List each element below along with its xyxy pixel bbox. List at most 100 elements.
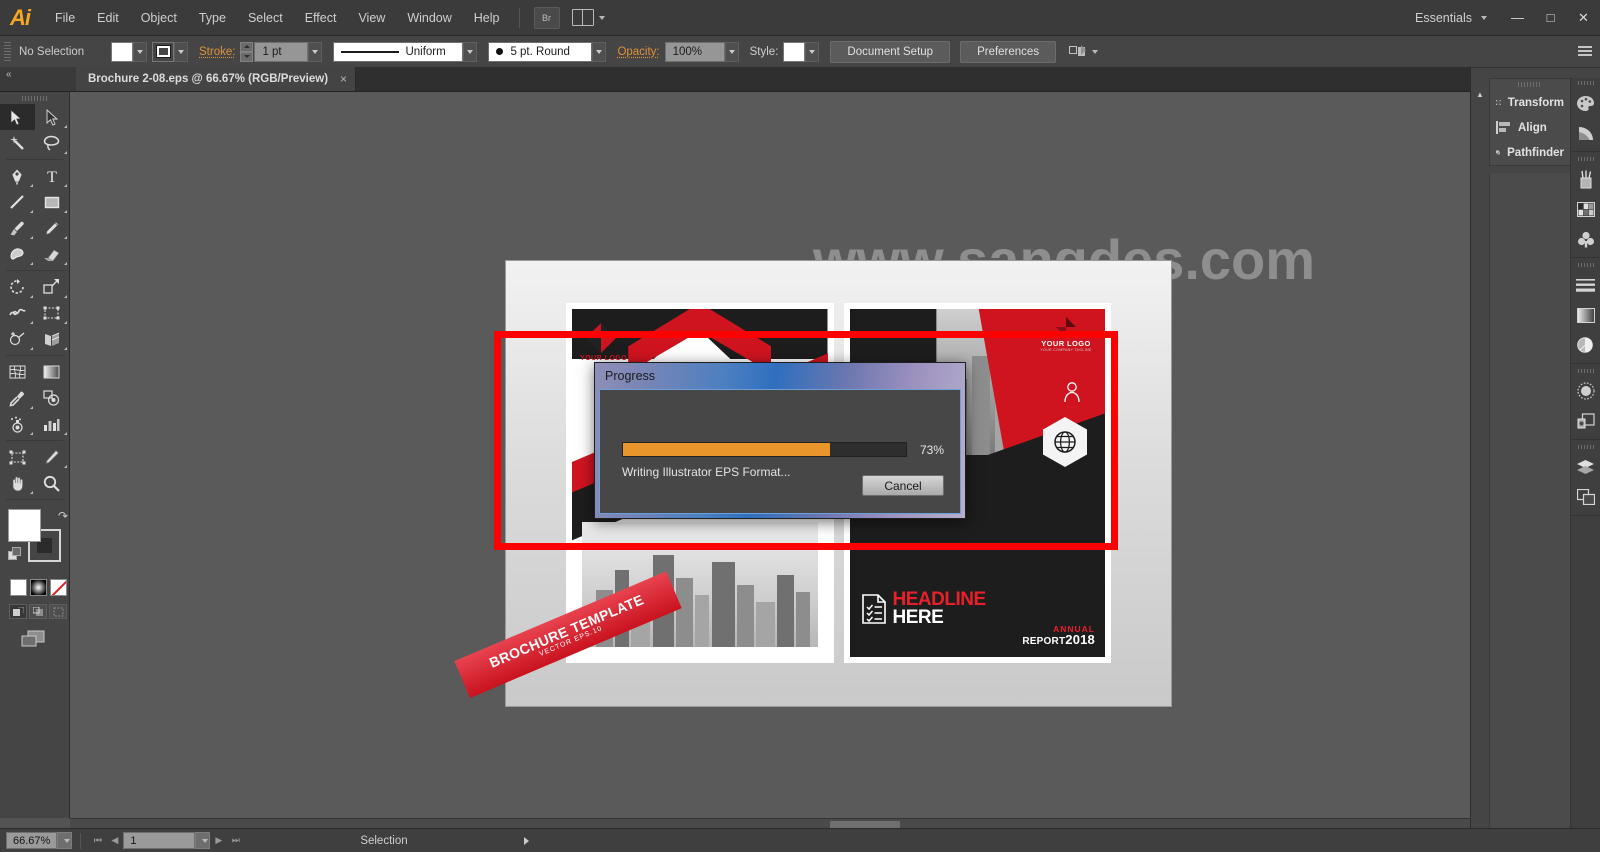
- appearance-icon[interactable]: [1571, 376, 1600, 406]
- free-transform-tool[interactable]: [35, 300, 70, 326]
- perspective-grid-tool[interactable]: [35, 326, 70, 352]
- rail-grip[interactable]: [1571, 366, 1600, 376]
- fill-color-swatch[interactable]: [8, 509, 41, 542]
- hand-tool[interactable]: [0, 470, 35, 496]
- paintbrush-tool[interactable]: [0, 215, 35, 241]
- menu-edit[interactable]: Edit: [86, 0, 130, 36]
- arrange-documents-icon[interactable]: [571, 9, 605, 26]
- draw-behind-button[interactable]: [29, 604, 47, 619]
- pen-tool[interactable]: [0, 163, 35, 189]
- rail-grip[interactable]: [1571, 442, 1600, 452]
- zoom-level-field[interactable]: 66.67%: [6, 832, 58, 849]
- toolbar-collapse-button[interactable]: «: [0, 67, 76, 91]
- shape-builder-tool[interactable]: [0, 326, 35, 352]
- menu-window[interactable]: Window: [396, 0, 462, 36]
- panel-item-pathfinder[interactable]: Pathfinder: [1490, 140, 1570, 165]
- opacity-field[interactable]: 100%: [664, 41, 725, 62]
- chevron-down-icon[interactable]: [1481, 15, 1487, 20]
- zoom-tool[interactable]: [35, 470, 70, 496]
- symbol-sprayer-tool[interactable]: [0, 411, 35, 437]
- brush-definition-field[interactable]: 5 pt. Round: [488, 41, 593, 62]
- width-profile-dropdown[interactable]: [463, 41, 478, 62]
- menu-type[interactable]: Type: [188, 0, 237, 36]
- preferences-button[interactable]: Preferences: [960, 40, 1057, 63]
- graphic-style-dropdown[interactable]: [805, 41, 820, 62]
- menu-object[interactable]: Object: [130, 0, 188, 36]
- zoom-dropdown[interactable]: [57, 832, 73, 849]
- gradient-tool[interactable]: [35, 359, 70, 385]
- rectangle-tool[interactable]: [35, 189, 70, 215]
- stroke-weight-field[interactable]: 1 pt: [254, 41, 309, 62]
- align-dropdown-icon[interactable]: [1092, 49, 1099, 54]
- layers-icon[interactable]: [1571, 452, 1600, 482]
- gradient-mode-button[interactable]: [30, 579, 47, 596]
- menu-help[interactable]: Help: [463, 0, 511, 36]
- close-icon[interactable]: ×: [340, 72, 347, 86]
- color-guide-icon[interactable]: [1571, 118, 1600, 148]
- graphic-styles-icon[interactable]: [1571, 406, 1600, 436]
- panel-item-transform[interactable]: Transform: [1490, 90, 1570, 115]
- rotate-tool[interactable]: [0, 274, 35, 300]
- opacity-dropdown[interactable]: [724, 41, 739, 62]
- stroke-swatch[interactable]: [152, 41, 174, 62]
- maximize-button[interactable]: □: [1534, 0, 1567, 36]
- brush-dropdown[interactable]: [592, 41, 607, 62]
- gradient-icon[interactable]: [1571, 300, 1600, 330]
- panel-group-grip[interactable]: [1490, 79, 1570, 90]
- artboard-dropdown[interactable]: [195, 832, 211, 849]
- menu-view[interactable]: View: [347, 0, 396, 36]
- menu-effect[interactable]: Effect: [294, 0, 348, 36]
- artboard-number-field[interactable]: 1: [123, 832, 196, 849]
- swap-fill-stroke-icon[interactable]: ↷: [58, 509, 68, 523]
- close-button[interactable]: ✕: [1567, 0, 1600, 36]
- eyedropper-tool[interactable]: [0, 385, 35, 411]
- pencil-tool[interactable]: [35, 215, 70, 241]
- brushes-icon[interactable]: [1571, 164, 1600, 194]
- color-mode-button[interactable]: [10, 579, 27, 596]
- panel-item-align[interactable]: Align: [1490, 115, 1570, 140]
- scale-tool[interactable]: [35, 274, 70, 300]
- blob-brush-tool[interactable]: [0, 241, 35, 267]
- first-artboard-button[interactable]: ⏮: [89, 831, 106, 851]
- stroke-dropdown[interactable]: [174, 41, 188, 62]
- document-tab[interactable]: Brochure 2-08.eps @ 66.67% (RGB/Preview)…: [76, 67, 357, 91]
- stroke-icon[interactable]: [1571, 270, 1600, 300]
- swatches-icon[interactable]: [1571, 194, 1600, 224]
- fill-dropdown[interactable]: [133, 41, 147, 62]
- rail-grip[interactable]: [1571, 154, 1600, 164]
- rail-grip[interactable]: [1571, 78, 1600, 88]
- direct-selection-tool[interactable]: [35, 104, 70, 130]
- draw-normal-button[interactable]: [9, 604, 27, 619]
- menu-select[interactable]: Select: [237, 0, 294, 36]
- default-fill-stroke-icon[interactable]: [8, 547, 21, 560]
- lasso-tool[interactable]: [35, 130, 70, 156]
- symbols-icon[interactable]: [1571, 224, 1600, 254]
- panel-expand-icon[interactable]: ▲: [1471, 86, 1489, 102]
- selection-tool[interactable]: [0, 104, 35, 130]
- artboards-icon[interactable]: [1571, 482, 1600, 512]
- artboard-tool[interactable]: [0, 444, 35, 470]
- type-tool[interactable]: T: [35, 163, 70, 189]
- transparency-icon[interactable]: [1571, 330, 1600, 360]
- width-tool[interactable]: [0, 300, 35, 326]
- opacity-label[interactable]: Opacity:: [617, 46, 659, 58]
- cancel-button[interactable]: Cancel: [862, 475, 944, 496]
- previous-artboard-button[interactable]: ◀: [106, 831, 123, 851]
- color-icon[interactable]: [1571, 88, 1600, 118]
- workspace-switcher[interactable]: Essentials: [1401, 11, 1476, 25]
- stroke-weight-dropdown[interactable]: [308, 41, 323, 62]
- control-bar-menu-icon[interactable]: [1578, 45, 1592, 58]
- mesh-tool[interactable]: [0, 359, 35, 385]
- align-to-icon[interactable]: [1067, 43, 1087, 61]
- slice-tool[interactable]: [35, 444, 70, 470]
- fill-swatch[interactable]: [111, 41, 133, 62]
- status-menu-arrow-icon[interactable]: [518, 831, 535, 851]
- draw-inside-button[interactable]: [49, 604, 67, 619]
- magic-wand-tool[interactable]: [0, 130, 35, 156]
- tools-panel-grip[interactable]: [0, 92, 69, 104]
- line-segment-tool[interactable]: [0, 189, 35, 215]
- eraser-tool[interactable]: [35, 241, 70, 267]
- stroke-weight-stepper[interactable]: [240, 41, 254, 62]
- graphic-style-swatch[interactable]: [783, 41, 806, 62]
- document-setup-button[interactable]: Document Setup: [830, 40, 951, 63]
